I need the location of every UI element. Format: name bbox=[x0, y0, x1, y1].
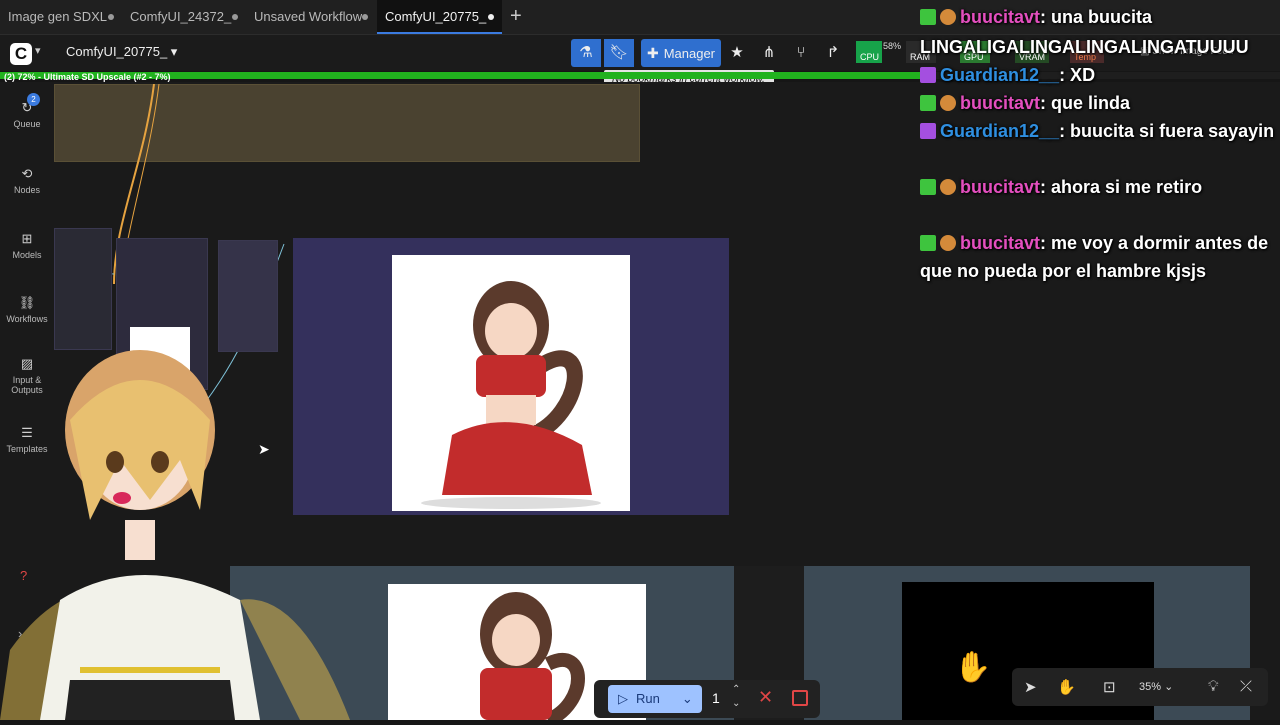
sidebar-item-label: Nodes bbox=[13, 185, 40, 195]
bookmark-button[interactable]: 🔖︎ bbox=[604, 39, 634, 67]
workflow-menu[interactable]: ComfyUI_20775_ ▾ bbox=[66, 44, 177, 60]
queue-count-badge: 2 bbox=[27, 93, 40, 106]
check-badge-icon bbox=[920, 9, 936, 25]
sidebar-item-nodes[interactable]: ⟲ Nodes bbox=[0, 166, 54, 195]
tab-image-gen-sdxl[interactable]: Image gen SDXL bbox=[0, 0, 122, 34]
tab-label: Image gen SDXL bbox=[8, 9, 108, 24]
bookmark-icon: 🔖︎ bbox=[609, 44, 629, 61]
viewer-badge-icon bbox=[920, 123, 936, 139]
sidebar-item-label: Queue bbox=[13, 119, 41, 129]
sub-badge-icon bbox=[940, 9, 956, 25]
manager-label: Manager bbox=[663, 46, 716, 61]
tab-label: ComfyUI_20775_ bbox=[385, 9, 487, 24]
chat-message: Guardian12__: XD bbox=[920, 61, 1280, 89]
unsaved-dot-icon bbox=[232, 14, 238, 20]
run-label: Run bbox=[636, 691, 660, 706]
cpu-value: 58% bbox=[883, 41, 902, 51]
manager-button[interactable]: ✚ Manager bbox=[641, 39, 721, 67]
chat-text: : ahora si me retiro bbox=[1040, 177, 1203, 197]
chat-message: buucitavt: ahora si me retiro bbox=[920, 173, 1280, 201]
stepper-down-icon[interactable]: ⌄ bbox=[732, 698, 740, 709]
cpu-monitor: CPU bbox=[856, 41, 882, 63]
chat-message: buucitavt: una buucita bbox=[920, 3, 1280, 31]
play-icon: ▷ bbox=[618, 691, 628, 706]
cancel-icon[interactable]: ✕ bbox=[758, 687, 773, 708]
stop-icon[interactable] bbox=[792, 690, 808, 706]
check-badge-icon bbox=[920, 235, 936, 251]
chat-username: buucitavt bbox=[960, 7, 1041, 27]
workflows-icon: ⛓ bbox=[18, 295, 36, 310]
link-toggle-icon[interactable]: ⤫ bbox=[1240, 678, 1252, 695]
sidebar-item-label: Models bbox=[12, 250, 42, 260]
unsaved-dot-icon bbox=[108, 14, 114, 20]
chat-message: LINGALIGALINGALINGALINGATUUUU bbox=[920, 33, 1280, 61]
sidebar-item-queue[interactable]: ↻ Queue bbox=[0, 100, 54, 129]
anime-girl-illustration bbox=[421, 281, 601, 509]
chevron-down-icon[interactable]: ⌄ bbox=[682, 691, 693, 706]
sub-badge-icon bbox=[940, 235, 956, 251]
nodes-icon: ⟲ bbox=[21, 166, 33, 181]
sidebar-item-label: Workflows bbox=[6, 314, 48, 324]
chat-username: Guardian12__ bbox=[940, 121, 1060, 141]
cpu-label: CPU bbox=[860, 52, 880, 62]
zoom-level[interactable]: 35% ⌄ bbox=[1139, 680, 1173, 693]
chat-message: buucitavt: que linda bbox=[920, 89, 1280, 117]
share-icon[interactable]: ↱ bbox=[818, 39, 848, 67]
hand-cursor-icon: ✋ bbox=[954, 651, 992, 684]
chat-text: : XD bbox=[1059, 65, 1096, 85]
chat-text: : que linda bbox=[1040, 93, 1131, 113]
stepper-up-icon[interactable]: ⌃ bbox=[732, 684, 740, 695]
chat-text: LINGALIGALINGALINGALINGATUUUU bbox=[920, 37, 1249, 57]
puzzle-icon: ✚ bbox=[646, 45, 659, 61]
check-badge-icon bbox=[920, 179, 936, 195]
models-icon: ⊞ bbox=[21, 231, 33, 246]
chat-text: : buucita si fuera sayayin bbox=[1059, 121, 1275, 141]
tab-unsaved-workflow[interactable]: Unsaved Workflow bbox=[246, 0, 376, 34]
fork-icon[interactable]: ⋔ bbox=[754, 39, 784, 67]
sub-badge-icon bbox=[940, 179, 956, 195]
flask-icon[interactable]: ⚗ bbox=[571, 39, 601, 67]
chat-text: : una buucita bbox=[1040, 7, 1153, 27]
comfy-logo-icon[interactable]: C bbox=[10, 43, 32, 65]
tab-comfyui-24372[interactable]: ComfyUI_24372_ bbox=[122, 0, 246, 34]
chat-username: buucitavt bbox=[960, 233, 1041, 253]
generated-image bbox=[392, 255, 630, 511]
tab-label: Unsaved Workflow bbox=[254, 9, 363, 24]
zoom-value: 35% bbox=[1139, 681, 1162, 693]
mouse-pointer-icon: ➤ bbox=[258, 441, 270, 457]
vtuber-avatar bbox=[0, 350, 350, 720]
sidebar-item-models[interactable]: ⊞ Models bbox=[0, 231, 54, 260]
new-tab-plus-icon[interactable]: + bbox=[510, 5, 522, 28]
node[interactable] bbox=[218, 240, 278, 352]
branch-icon[interactable]: ⑂ bbox=[786, 39, 816, 67]
chat-message: buucitavt: me voy a dormir antes de que … bbox=[920, 229, 1280, 285]
tab-comfyui-20775[interactable]: ComfyUI_20775_ bbox=[377, 0, 502, 34]
batch-count-input[interactable]: 1 bbox=[712, 690, 720, 706]
chat-username: Guardian12__ bbox=[940, 65, 1060, 85]
workflow-name: ComfyUI_20775_ bbox=[66, 44, 168, 59]
unsaved-dot-icon bbox=[488, 14, 494, 20]
unsaved-dot-icon bbox=[362, 14, 368, 20]
viewer-badge-icon bbox=[920, 67, 936, 83]
sub-badge-icon bbox=[940, 95, 956, 111]
node[interactable] bbox=[54, 228, 112, 350]
chevron-down-icon[interactable]: ▾ bbox=[35, 44, 41, 57]
sidebar-item-workflows[interactable]: ⛓ Workflows bbox=[0, 295, 54, 324]
hand-pan-icon[interactable]: ✋ bbox=[1057, 678, 1076, 696]
lightbulb-icon[interactable]: 💡︎ bbox=[1208, 678, 1219, 695]
chat-message: Guardian12__: buucita si fuera sayayin bbox=[920, 117, 1280, 145]
check-badge-icon bbox=[920, 95, 936, 111]
tab-label: ComfyUI_24372_ bbox=[130, 9, 232, 24]
chat-username: buucitavt bbox=[960, 177, 1041, 197]
progress-text: (2) 72% - Ultimate SD Upscale (#2 - 7%) bbox=[4, 72, 171, 82]
fit-view-icon[interactable]: ⊡ bbox=[1103, 678, 1116, 696]
select-pointer-icon[interactable]: ➤ bbox=[1024, 678, 1037, 696]
run-button[interactable]: ▷ Run ⌄ bbox=[608, 685, 702, 713]
chat-username: buucitavt bbox=[960, 93, 1041, 113]
star-icon[interactable]: ★ bbox=[722, 39, 752, 67]
